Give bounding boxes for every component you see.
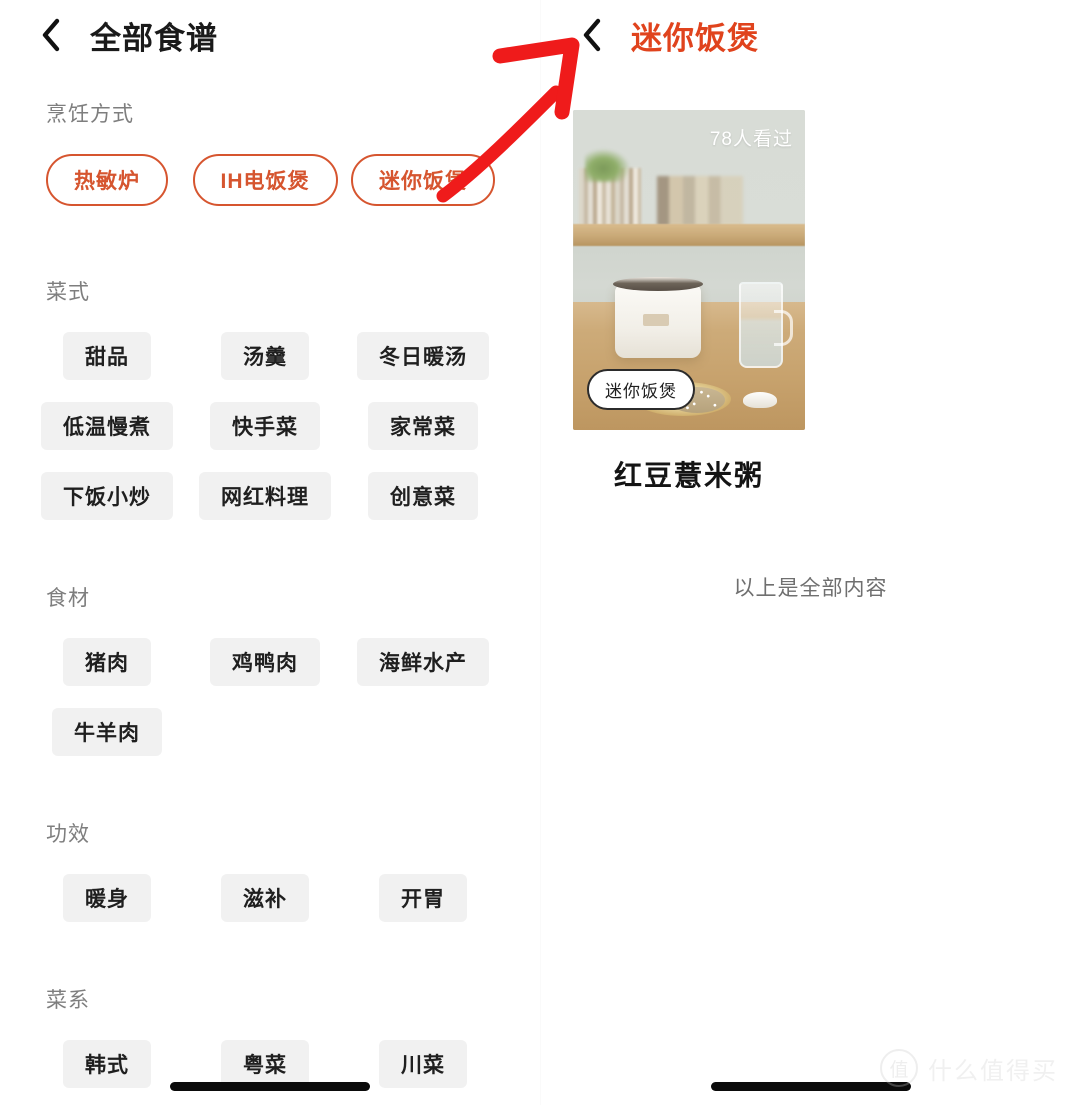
chip-cell: 快手菜 [186, 402, 344, 450]
filter-chip-nourishing[interactable]: 滋补 [221, 874, 309, 922]
page-title: 全部食谱 [90, 20, 218, 56]
photo-water-jug [739, 282, 793, 368]
chip-cell: 迷你饭煲 [344, 154, 502, 206]
filter-sections: 烹饪方式 热敏炉 IH电饭煲 迷你饭煲 菜式 甜品 汤羹 冬日暖汤 低温慢煮 快… [0, 70, 540, 1105]
filter-chip-internet-famous[interactable]: 网红料理 [199, 472, 331, 520]
filter-chip-renminlu[interactable]: 热敏炉 [46, 154, 168, 206]
chip-cell: 滋补 [186, 874, 344, 922]
filter-group-cooking-method: 烹饪方式 热敏炉 IH电饭煲 迷你饭煲 [28, 98, 512, 236]
back-button[interactable] [581, 18, 611, 52]
photo-rice-cooker [613, 277, 703, 358]
filter-chip-quick-dish[interactable]: 快手菜 [210, 402, 320, 450]
filter-chip-beef-lamb[interactable]: 牛羊肉 [52, 708, 162, 756]
right-screen: 迷你饭煲 78人看过 迷你饭煲 红豆薏米粥 以上是全部内容 [540, 0, 1080, 1105]
chip-cell: 韩式 [28, 1040, 186, 1088]
view-count-label: 78人看过 [709, 129, 793, 150]
device-badge: 迷你饭煲 [587, 369, 695, 410]
filter-group-dish-type: 菜式 甜品 汤羹 冬日暖汤 低温慢煮 快手菜 家常菜 下饭小炒 网红料理 创意菜 [28, 276, 512, 542]
chevron-left-icon [42, 18, 60, 52]
filter-group-benefit: 功效 暖身 滋补 开胃 [28, 818, 512, 944]
chip-grid: 暖身 滋补 开胃 [28, 874, 512, 944]
left-nav-bar: 全部食谱 [0, 0, 540, 70]
chip-cell: 热敏炉 [28, 154, 186, 206]
chip-cell: 粤菜 [186, 1040, 344, 1088]
watermark-text: 什么值得买 [928, 1057, 1058, 1085]
group-title: 食材 [46, 587, 90, 610]
filter-chip-creative-dish[interactable]: 创意菜 [368, 472, 478, 520]
chip-cell: 川菜 [344, 1040, 502, 1088]
right-nav-bar: 迷你饭煲 [541, 0, 1080, 70]
chip-cell: 牛羊肉 [28, 708, 186, 756]
filter-chip-ih-rice-cooker[interactable]: IH电饭煲 [192, 154, 338, 206]
chip-grid: 甜品 汤羹 冬日暖汤 低温慢煮 快手菜 家常菜 下饭小炒 网红料理 创意菜 [28, 332, 512, 542]
chip-grid: 猪肉 鸡鸭肉 海鲜水产 牛羊肉 [28, 638, 512, 778]
group-title: 功效 [46, 823, 90, 846]
chip-cell: 猪肉 [28, 638, 186, 686]
chip-cell: 下饭小炒 [28, 472, 186, 520]
filter-chip-seafood[interactable]: 海鲜水产 [357, 638, 489, 686]
chip-cell: 开胃 [344, 874, 502, 922]
photo-spice-jars [657, 176, 743, 226]
chip-cell: 暖身 [28, 874, 186, 922]
end-of-list-note: 以上是全部内容 [733, 577, 888, 600]
photo-spoon [743, 392, 777, 408]
chip-cell: 甜品 [28, 332, 186, 380]
filter-chip-home-style[interactable]: 家常菜 [368, 402, 478, 450]
photo-shelf [573, 224, 805, 246]
photo-plant [585, 148, 631, 182]
chip-cell: 网红料理 [186, 472, 344, 520]
left-screen: 全部食谱 烹饪方式 热敏炉 IH电饭煲 迷你饭煲 菜式 甜品 汤羹 冬日暖汤 低… [0, 0, 540, 1105]
filter-chip-appetizing[interactable]: 开胃 [379, 874, 467, 922]
chip-grid: 韩式 粤菜 川菜 [28, 1040, 512, 1105]
chevron-left-icon [583, 18, 601, 52]
filter-chip-stir-fry[interactable]: 下饭小炒 [41, 472, 173, 520]
filter-chip-soup[interactable]: 汤羹 [221, 332, 309, 380]
filter-chip-dessert[interactable]: 甜品 [63, 332, 151, 380]
filter-chip-pork[interactable]: 猪肉 [63, 638, 151, 686]
filter-chip-sichuan[interactable]: 川菜 [379, 1040, 467, 1088]
watermark: 值 什么值得买 [880, 1049, 1058, 1087]
filter-chip-winter-warm-soup[interactable]: 冬日暖汤 [357, 332, 489, 380]
filter-group-ingredient: 食材 猪肉 鸡鸭肉 海鲜水产 牛羊肉 [28, 582, 512, 778]
back-button[interactable] [40, 18, 70, 52]
chip-cell: 低温慢煮 [28, 402, 186, 450]
group-title: 菜式 [46, 281, 90, 304]
chip-cell: 鸡鸭肉 [186, 638, 344, 686]
filter-chip-warming[interactable]: 暖身 [63, 874, 151, 922]
watermark-logo-icon: 值 [880, 1049, 918, 1087]
chip-cell: 家常菜 [344, 402, 502, 450]
chip-cell: 海鲜水产 [344, 638, 502, 686]
page-title: 迷你饭煲 [631, 20, 759, 56]
chip-cell: IH电饭煲 [186, 154, 344, 206]
chip-cell: 冬日暖汤 [344, 332, 502, 380]
chip-cell: 汤羹 [186, 332, 344, 380]
recipe-card[interactable]: 78人看过 迷你饭煲 红豆薏米粥 [573, 110, 805, 494]
group-title: 烹饪方式 [46, 103, 134, 126]
recipe-image[interactable]: 78人看过 迷你饭煲 [573, 110, 805, 430]
filter-chip-mini-rice-cooker[interactable]: 迷你饭煲 [351, 154, 495, 206]
group-title: 菜系 [46, 989, 90, 1012]
dual-screenshot-container: 全部食谱 烹饪方式 热敏炉 IH电饭煲 迷你饭煲 菜式 甜品 汤羹 冬日暖汤 低… [0, 0, 1080, 1105]
chip-cell: 创意菜 [344, 472, 502, 520]
filter-chip-poultry[interactable]: 鸡鸭肉 [210, 638, 320, 686]
chip-grid: 热敏炉 IH电饭煲 迷你饭煲 [28, 154, 512, 236]
filter-chip-korean[interactable]: 韩式 [63, 1040, 151, 1088]
filter-chip-cantonese[interactable]: 粤菜 [221, 1040, 309, 1088]
filter-chip-sous-vide[interactable]: 低温慢煮 [41, 402, 173, 450]
recipe-title: 红豆薏米粥 [613, 460, 764, 491]
home-indicator [170, 1082, 370, 1091]
